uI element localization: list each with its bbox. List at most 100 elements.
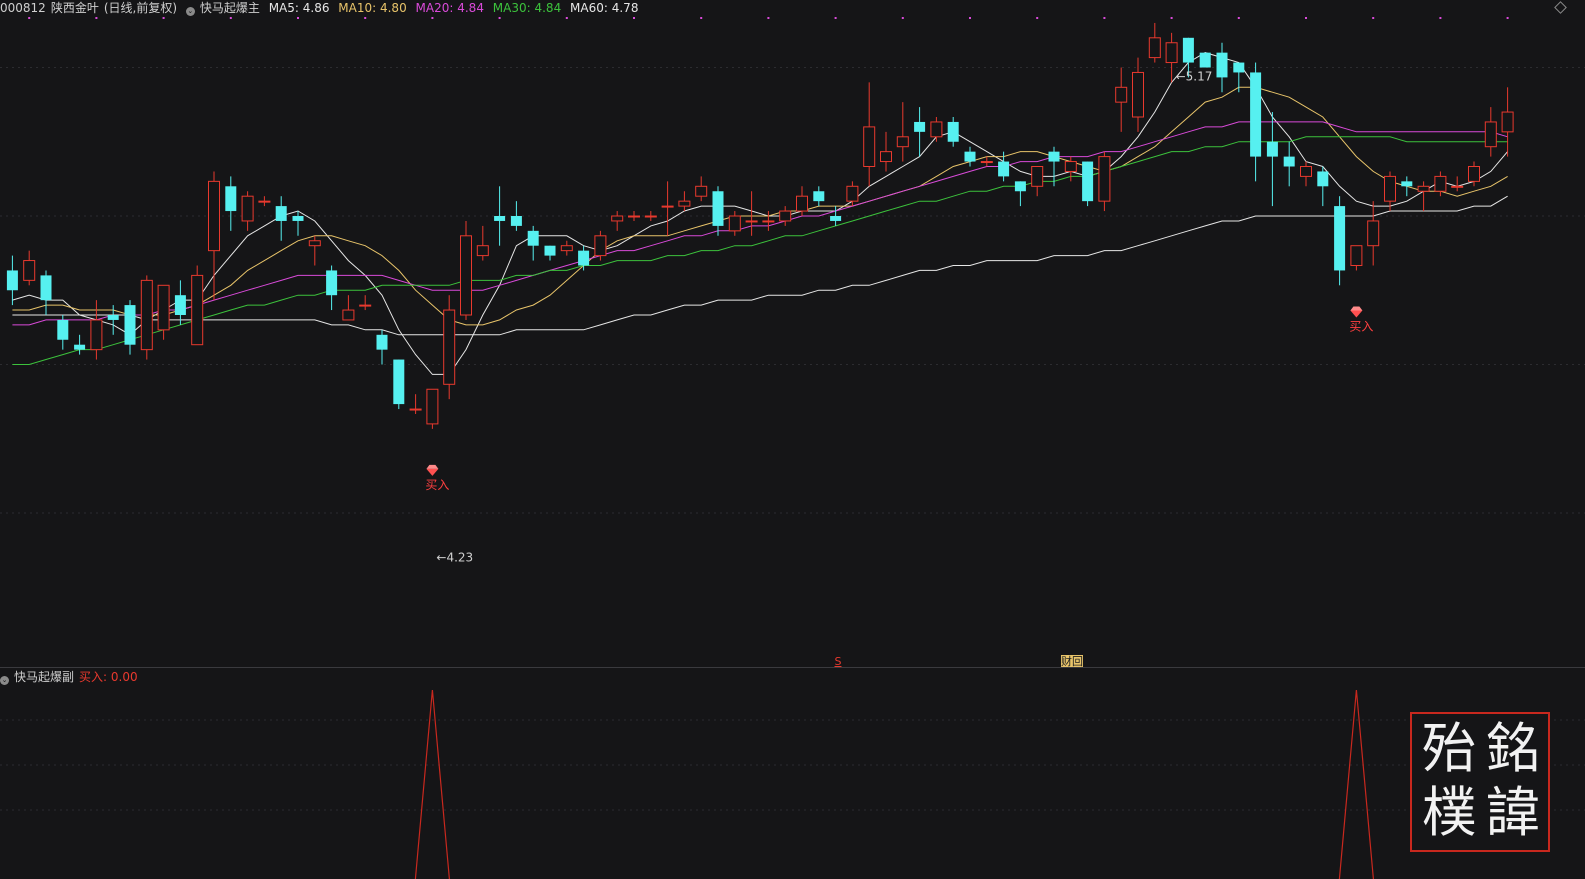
- candle-body-up: [1165, 42, 1178, 64]
- candle-body-down: [947, 121, 959, 142]
- candle-body-up: [779, 210, 792, 222]
- top-tick-mark: [28, 17, 31, 19]
- sub-indicator-header: ⌄ 快马起爆副 买入: 0.00: [0, 669, 143, 685]
- top-tick-mark: [969, 17, 971, 19]
- candle-body-up: [1064, 161, 1077, 172]
- candle-body-up: [460, 235, 472, 316]
- candle-body-up: [157, 284, 170, 331]
- top-tick-mark: [498, 17, 501, 19]
- candle-body-down: [1233, 62, 1245, 73]
- buy-label: 买入: [1349, 319, 1373, 333]
- candle-body-down: [1401, 181, 1413, 187]
- buy-signal-spike: [414, 689, 450, 879]
- sub-indicator-name: 快马起爆副: [14, 670, 75, 684]
- seal-stamp: 銘 諱 殆 樸: [1410, 712, 1550, 852]
- candle-body-down: [393, 359, 405, 405]
- candle-body-down: [544, 245, 556, 256]
- candle-body-down: [376, 334, 388, 350]
- buy-gem-icon-top: [1350, 306, 1363, 311]
- candle-body-down: [40, 275, 52, 301]
- candle-body-up: [426, 388, 439, 425]
- candle-body-up: [258, 200, 271, 203]
- candle-body-down: [174, 295, 186, 315]
- sub-indicator-dropdown-icon[interactable]: ⌄: [0, 676, 9, 685]
- buy-gem-icon: [426, 468, 439, 476]
- top-tick-mark: [1439, 17, 1442, 19]
- candle-body-up: [241, 195, 254, 222]
- candle-body-down: [1283, 156, 1295, 167]
- candle-body-up: [1451, 185, 1464, 188]
- candle-body-down: [1199, 52, 1211, 68]
- candle-body-down: [326, 270, 338, 296]
- candle-body-up: [661, 205, 674, 208]
- candle-body-down: [813, 191, 825, 202]
- candle-body-up: [1098, 156, 1111, 202]
- candle-body-up: [1367, 220, 1380, 247]
- candle-body-down: [1182, 37, 1194, 63]
- candle-body-down: [712, 191, 724, 226]
- top-tick-mark: [700, 17, 703, 19]
- ma-line-ma30: [12, 136, 1508, 365]
- ma-line-ma60: [12, 195, 1508, 336]
- candle-body-down: [578, 250, 590, 266]
- candle-body-up: [342, 309, 355, 321]
- candle-body-up: [1484, 121, 1497, 148]
- top-tick-mark: [95, 17, 98, 19]
- ma-line-ma10: [12, 86, 1508, 326]
- marker-cai: 财: [1061, 654, 1072, 668]
- buy-gem-icon: [1350, 310, 1363, 318]
- candle-body-up: [1468, 166, 1480, 182]
- candle-body-up: [1031, 166, 1044, 187]
- candle-body-down: [1014, 181, 1026, 192]
- top-tick-mark: [364, 17, 367, 19]
- candle-body-down: [494, 216, 506, 221]
- top-tick-mark: [1170, 17, 1173, 19]
- candle-body-up: [863, 126, 876, 167]
- candle-body-down: [1048, 151, 1060, 162]
- candle-body-down: [6, 270, 18, 291]
- candle-body-up: [1417, 185, 1430, 192]
- candle-body-up: [23, 260, 36, 281]
- candle-body-up: [1434, 175, 1447, 192]
- candle-body-up: [1350, 245, 1363, 266]
- candle-body-up: [728, 215, 741, 232]
- candle-body-up: [140, 279, 153, 351]
- candle-body-down: [124, 305, 136, 345]
- candle-body-down: [527, 230, 539, 246]
- candle-body-up: [1501, 111, 1514, 133]
- seal-char: 殆: [1422, 717, 1476, 780]
- candle-body-down: [1082, 161, 1094, 202]
- top-tick-mark: [1237, 17, 1240, 19]
- top-tick-mark: [1305, 17, 1307, 19]
- candle-body-up: [476, 245, 489, 257]
- seal-char: 樸: [1422, 781, 1476, 844]
- top-tick-mark: [1506, 17, 1509, 19]
- pane-divider[interactable]: [0, 667, 1585, 668]
- candle-body-down: [57, 319, 69, 340]
- top-tick-mark: [1103, 17, 1106, 19]
- candle-body-up: [1132, 71, 1144, 118]
- candle-body-up: [896, 136, 909, 148]
- candle-body-up: [560, 245, 573, 252]
- top-tick-mark: [1372, 17, 1375, 19]
- candle-body-down: [1334, 206, 1346, 271]
- top-tick-mark: [767, 17, 770, 19]
- candle-body-up: [1300, 166, 1312, 177]
- candle-body-up: [594, 235, 607, 257]
- candle-body-down: [964, 151, 976, 162]
- top-tick-mark: [1036, 17, 1039, 19]
- candle-body-up: [409, 408, 422, 411]
- candle-body-up: [846, 185, 859, 202]
- candle-body-down: [74, 344, 86, 350]
- candle-body-up: [208, 180, 220, 252]
- candle-body-up: [628, 215, 640, 218]
- ma-line-ma20: [12, 121, 1508, 326]
- candle-body-down: [292, 216, 304, 221]
- candle-body-down: [1317, 171, 1329, 187]
- top-tick-mark: [162, 17, 165, 19]
- candle-body-up: [1115, 86, 1128, 103]
- top-tick-mark: [834, 17, 837, 19]
- candlestick-chart[interactable]: ←5.17←4.23买入买入S 财回: [0, 0, 1585, 879]
- candle-body-up: [191, 274, 204, 346]
- candle-body-down: [225, 186, 237, 212]
